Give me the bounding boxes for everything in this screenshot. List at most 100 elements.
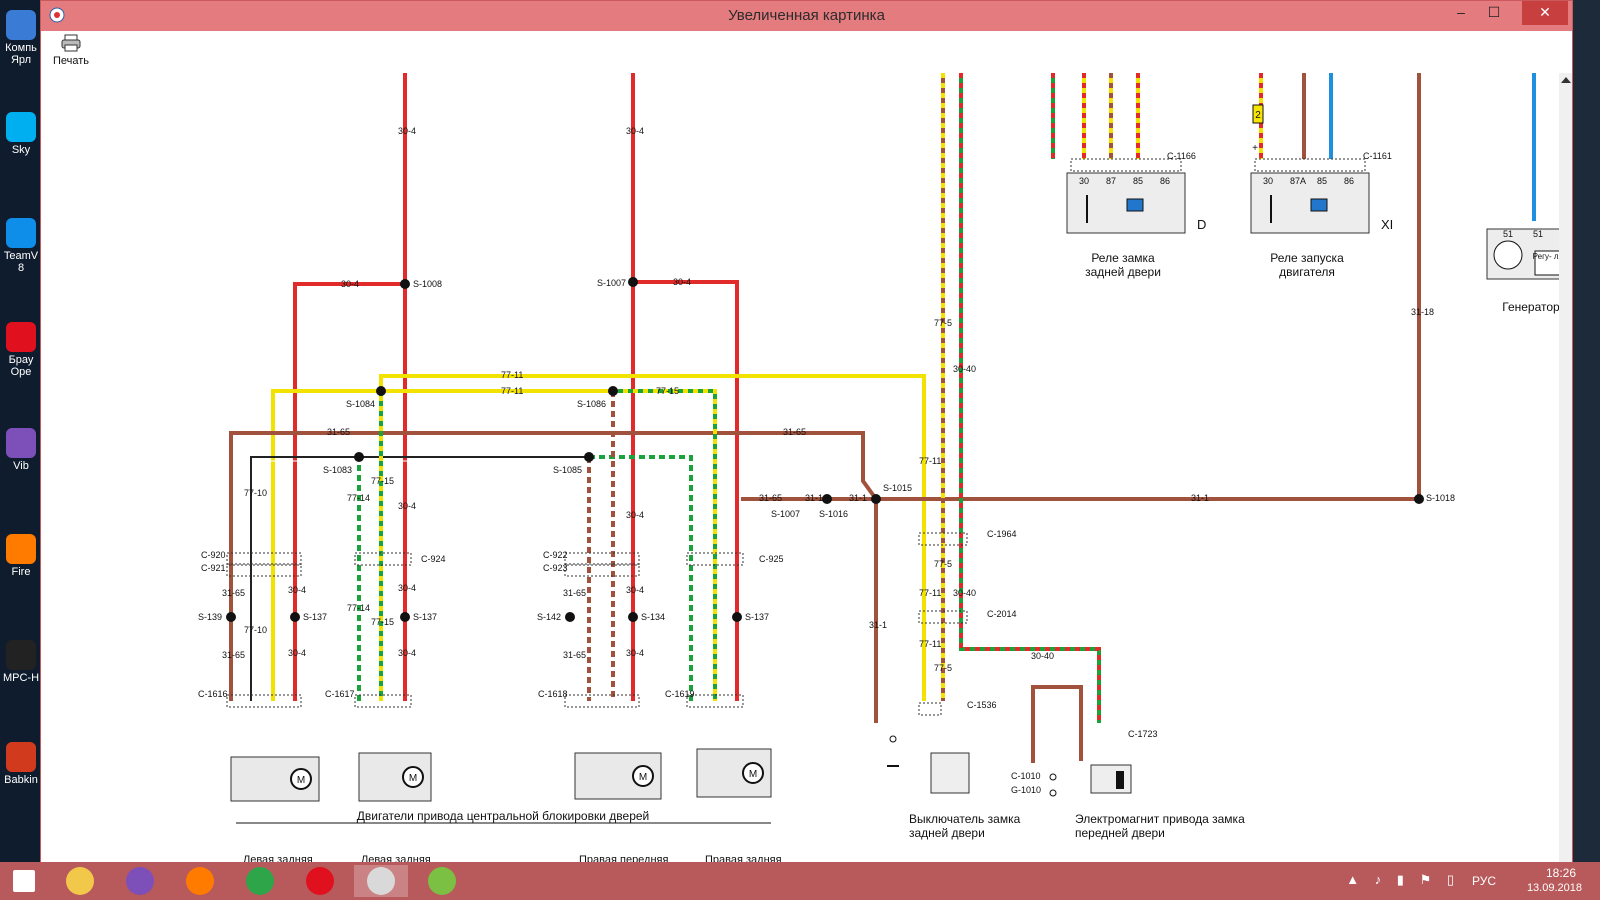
desktop-icon-label: Vib [13, 460, 29, 472]
relay-rear-door-pin-label: 30 [1079, 176, 1089, 186]
desktop-icon-label: Компь Ярл [5, 42, 37, 66]
taskbar-explorer[interactable] [58, 865, 102, 897]
diagram-label: C-1166 [1167, 151, 1196, 161]
diagram-label: 30-40 [953, 364, 976, 374]
splice-s137 [732, 612, 742, 622]
diagram-label: 31-1 [849, 493, 867, 503]
wire-30-4-right-branch [633, 280, 739, 701]
desktop-icon-label: Fire [11, 566, 31, 578]
windows-icon [13, 870, 35, 892]
magnet-core-icon [1116, 771, 1124, 789]
wiring-diagram: S-1008 S-1007 S-1084 S-1086 S-1083 S-1085 S-10… [198, 73, 1561, 863]
diagram-label: 31-65 [759, 493, 782, 503]
diagram-label: C-920 [201, 550, 226, 560]
taskbar-firefox[interactable] [178, 865, 222, 897]
diagram-label: S-142 [537, 612, 561, 622]
diagram-label: S-1008 [413, 279, 442, 289]
clock-date[interactable]: 13.09.2018 [1527, 882, 1582, 894]
title-bar[interactable]: Увеличенная картинка – ☐ ✕ [41, 1, 1572, 31]
taskbar-utorrent[interactable] [420, 865, 464, 897]
window-title: Увеличенная картинка [728, 7, 885, 24]
relay-rear-door-pin-label: 86 [1160, 176, 1170, 186]
diagram-label: 77-5 [934, 318, 952, 328]
front-magnet-caption: Электромагнит привода замка передней двер… [1075, 812, 1245, 840]
diagram-label: 77-10 [244, 488, 267, 498]
splice-s1016 [822, 494, 832, 504]
image-viewer-window: Увеличенная картинка – ☐ ✕ Печать S-1008… [40, 0, 1573, 863]
tray-icons[interactable]: ▲ ♪ ▮ ⚑ ▯ [1346, 872, 1460, 888]
diagram-label: C-924 [421, 554, 446, 564]
relay-rear-door-tag: D [1197, 217, 1206, 232]
desktop-icon-opera[interactable]: Брау Ope [0, 322, 42, 378]
terminal-c1010 [1049, 773, 1057, 781]
wire-77-14-right [589, 455, 693, 701]
diagram-label: 31-18 [1411, 307, 1434, 317]
diagram-label: 77-11 [501, 386, 523, 396]
diagram-label: C-1536 [967, 700, 997, 710]
motor-label: M [639, 772, 647, 783]
desktop-icon-computer[interactable]: Компь Ярл [0, 10, 42, 66]
wire-magnet-ground [1031, 685, 1083, 763]
folder-icon [66, 867, 94, 895]
diagram-label: S-1086 [577, 399, 606, 409]
wire-77-11-a [271, 389, 613, 701]
diagram-label: 30-4 [398, 126, 416, 136]
diagram-label: S-1016 [819, 509, 848, 519]
viber-icon [126, 867, 154, 895]
taskbar-chrome[interactable] [238, 865, 282, 897]
motors-title: Двигатели привода центральной блокировки… [357, 809, 650, 823]
taskbar-viewer[interactable] [354, 865, 408, 897]
desktop-icon-babkin[interactable]: Babkin [0, 742, 42, 786]
relay-engine-start-pin-label: 85 [1317, 176, 1327, 186]
maximize-button[interactable]: ☐ [1478, 1, 1510, 25]
generator-caption: Генератор [1502, 300, 1560, 314]
minimize-button[interactable]: – [1445, 1, 1477, 25]
diagram-label: 30-4 [673, 277, 691, 287]
desktop-icon-skype[interactable]: Sky [0, 112, 42, 156]
scroll-up-arrow-icon[interactable] [1561, 77, 1571, 83]
taskbar-opera[interactable] [298, 865, 342, 897]
diagram-label: 31-65 [783, 427, 806, 437]
desktop-icon-viber[interactable]: Vib [0, 428, 42, 472]
motor-label: M [409, 773, 417, 784]
system-tray: ▲ ♪ ▮ ⚑ ▯ РУС 18:26 13.09.2018 [1320, 862, 1600, 900]
relay-rear-door-connector [1070, 158, 1182, 172]
taskbar-viber[interactable] [118, 865, 162, 897]
diagram-label: C-1161 [1363, 151, 1392, 161]
diagram-label: 51 [1503, 229, 1513, 239]
language-indicator[interactable]: РУС [1472, 874, 1496, 888]
opera-icon [306, 867, 334, 895]
wire-77-10-gap [254, 460, 589, 701]
viber-icon [6, 428, 36, 458]
desktop-icon-label: Брау Ope [8, 354, 34, 378]
diagram-label: 30-4 [398, 648, 416, 658]
ground-terminal [889, 735, 897, 743]
connector-c923 [564, 563, 640, 577]
relay-engine-start-caption: Реле запуска двигателя [1270, 251, 1344, 279]
desktop-icon-mpc[interactable]: MPC-H [0, 640, 42, 684]
diagram-label: C-925 [759, 554, 784, 564]
print-button[interactable]: Печать [49, 34, 93, 67]
motor-label: M [749, 769, 757, 780]
taskbar-start-button[interactable] [2, 865, 46, 897]
vertical-scrollbar[interactable] [1559, 73, 1572, 863]
clock-time[interactable]: 18:26 [1546, 866, 1576, 880]
desktop-icon-firefox[interactable]: Fire [0, 534, 42, 578]
connector-c1618 [564, 694, 640, 708]
diagram-label: 77-14 [347, 493, 370, 503]
relay-engine-start-pin-label: 87A [1290, 176, 1306, 186]
connector-c920 [226, 552, 302, 566]
close-button[interactable]: ✕ [1522, 1, 1568, 25]
connector-c922 [564, 552, 640, 566]
rear-switch-box [930, 752, 970, 794]
plus-sign: + [1252, 143, 1258, 154]
printer-icon [61, 34, 81, 52]
diagram-label: S-134 [641, 612, 665, 622]
desktop-icon-teamviewer[interactable]: TeamV 8 [0, 218, 42, 274]
diagram-label: C-2014 [987, 609, 1017, 619]
wiring-diagram-canvas[interactable]: S-1008 S-1007 S-1084 S-1086 S-1083 S-1085 S-10… [41, 73, 1561, 863]
relay-rear-door-pin-label: 85 [1133, 176, 1143, 186]
relay-rear-door-caption: Реле замка задней двери [1085, 251, 1161, 279]
diagram-label: 31-65 [563, 650, 586, 660]
diagram-label: 77-11 [919, 456, 941, 466]
